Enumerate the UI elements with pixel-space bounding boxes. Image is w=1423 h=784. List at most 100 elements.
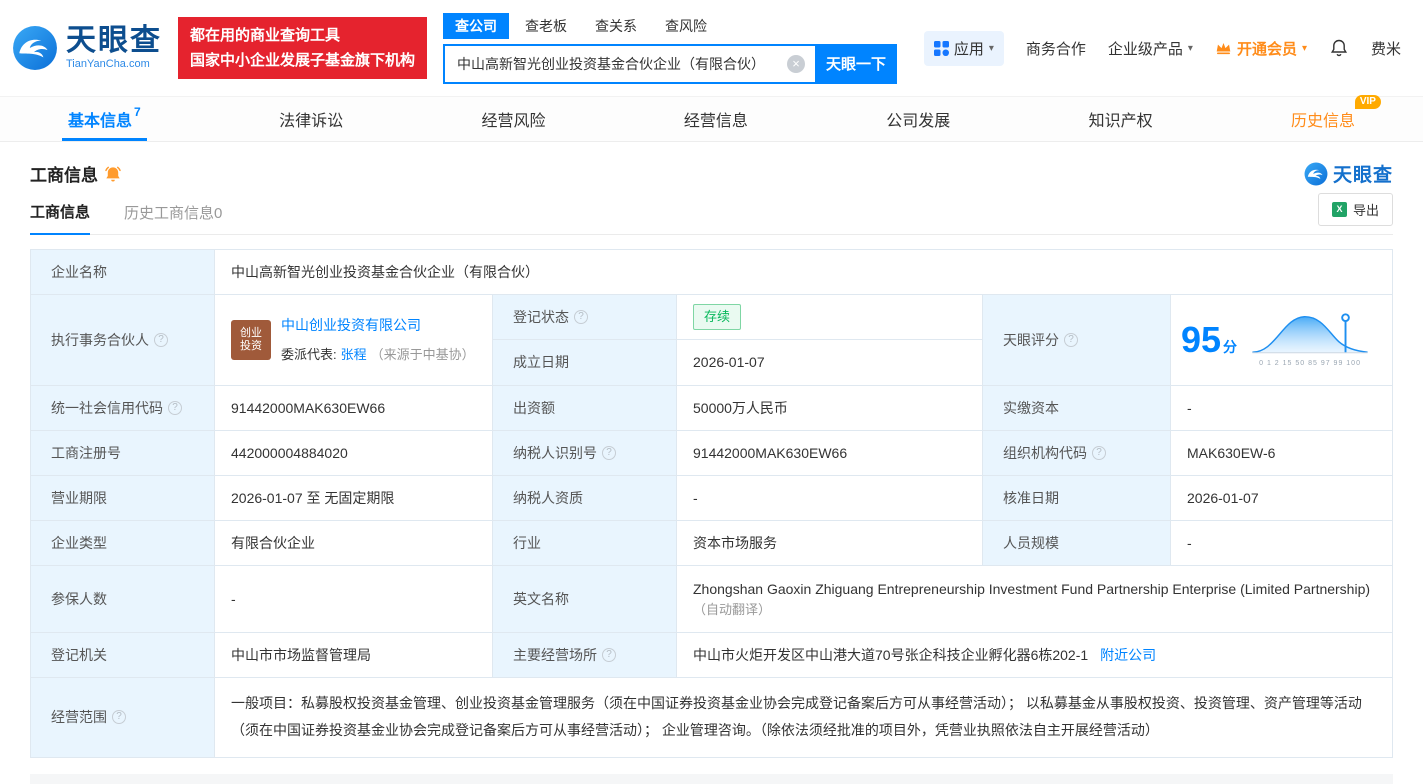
label-registration-number: 工商注册号 [31, 431, 214, 475]
label-english-name: 英文名称 [493, 566, 676, 632]
brand-domain: TianYanCha.com [66, 58, 150, 70]
tab-legal-litigation-label: 法律诉讼 [279, 113, 344, 130]
label-company-type: 企业类型 [31, 521, 214, 565]
open-vip-menu[interactable]: 开通会员 ▾ [1215, 38, 1307, 59]
help-icon[interactable]: ? [574, 310, 588, 324]
enterprise-product-menu[interactable]: 企业级产品 ▾ [1108, 38, 1193, 59]
chevron-down-icon: ▾ [1301, 42, 1307, 54]
subtab-business-info[interactable]: 工商信息 [30, 201, 91, 235]
search-tab-company[interactable]: 查公司 [443, 12, 510, 39]
top-header: 天眼查 TianYanCha.com 都在用的商业查询工具 国家中小企业发展子基… [0, 0, 1423, 96]
search-input-wrap: × [443, 43, 816, 84]
help-icon[interactable]: ? [112, 710, 126, 725]
value-industry: 资本市场服务 [677, 521, 982, 565]
business-cooperation-menu[interactable]: 商务合作 [1026, 38, 1086, 59]
apps-menu[interactable]: 应用 ▾ [923, 30, 1004, 66]
label-company-name: 企业名称 [31, 250, 214, 294]
value-company-type: 有限合伙企业 [215, 521, 492, 565]
tab-legal-litigation[interactable]: 法律诉讼 [279, 97, 343, 141]
main-content: 工商信息 天眼查 工商信息 历史工商信息0 X 导出 企业名称 中山高新智光创业… [0, 160, 1423, 784]
tab-intellectual-property[interactable]: 知识产权 [1089, 97, 1153, 141]
subtab-history-business-info[interactable]: 历史工商信息0 [124, 202, 222, 234]
export-button[interactable]: X 导出 [1317, 193, 1393, 226]
value-registration-authority: 中山市市场监督管理局 [215, 633, 492, 677]
value-english-name: Zhongshan Gaoxin Zhiguang Entrepreneursh… [677, 566, 1392, 632]
label-paid-capital: 实缴资本 [983, 386, 1170, 430]
help-icon[interactable]: ? [154, 333, 168, 347]
delegate-name-link[interactable]: 张程 [341, 345, 367, 365]
open-vip-label: 开通会员 [1236, 40, 1297, 58]
help-icon[interactable]: ? [168, 401, 182, 415]
value-executive-partner: 创业 投资 中山创业投资有限公司 委派代表: 张程 （来源于中基协） [215, 295, 492, 385]
tab-history-info[interactable]: 历史信息 VIP [1291, 95, 1381, 141]
value-registration-number: 442000004884020 [215, 431, 492, 475]
value-establish-date: 2026-01-07 [677, 340, 982, 385]
partner-logo: 创业 投资 [231, 320, 271, 360]
help-icon[interactable]: ? [602, 648, 616, 662]
active-tab-underline [62, 138, 147, 141]
label-business-site: 主要经营场所 ? [493, 633, 676, 677]
watermark-logo: 天眼查 [1304, 160, 1393, 187]
tab-operation-info[interactable]: 经营信息 [684, 97, 748, 141]
business-cooperation-label: 商务合作 [1025, 40, 1086, 58]
notification-bell[interactable] [1329, 38, 1349, 58]
search-input[interactable] [443, 43, 816, 84]
tab-operation-risk[interactable]: 经营风险 [481, 97, 545, 141]
label-registration-authority: 登记机关 [31, 633, 214, 677]
label-registration-status: 登记状态 ? [493, 295, 676, 339]
search-tab-relation[interactable]: 查关系 [583, 13, 649, 39]
search-tab-risk[interactable]: 查风险 [653, 13, 719, 39]
auto-translate-note: （自动翻译） [693, 601, 772, 617]
help-icon[interactable]: ? [602, 446, 616, 460]
tab-company-development[interactable]: 公司发展 [886, 97, 950, 141]
section-title-wrap: 工商信息 [30, 161, 122, 186]
search-area: 查公司 查老板 查关系 查风险 × 天眼一下 [443, 12, 898, 84]
status-badge: 存续 [693, 304, 742, 330]
label-industry: 行业 [493, 521, 676, 565]
tab-operation-risk-label: 经营风险 [481, 113, 546, 130]
value-business-scope: 一般项目：私募股权投资基金管理、创业投资基金管理服务（须在中国证券投资基金业协会… [215, 678, 1392, 757]
value-taxpayer-id: 91442000MAK630EW66 [677, 431, 982, 475]
help-icon[interactable]: ? [1064, 333, 1078, 347]
search-tabs: 查公司 查老板 查关系 查风险 [443, 12, 897, 39]
label-approval-date: 核准日期 [983, 476, 1170, 520]
search-tab-boss[interactable]: 查老板 [513, 13, 579, 39]
label-business-scope: 经营范围 ? [31, 678, 214, 757]
apps-grid-icon [933, 40, 949, 56]
partner-company-link[interactable]: 中山创业投资有限公司 [281, 315, 475, 336]
label-credit-code: 统一社会信用代码 ? [31, 386, 214, 430]
tab-basic-info[interactable]: 基本信息 7 [62, 97, 147, 141]
value-business-term: 2026-01-07 至 无固定期限 [215, 476, 492, 520]
value-registration-status: 存续 [677, 295, 982, 339]
partner-detail: 中山创业投资有限公司 委派代表: 张程 （来源于中基协） [281, 315, 475, 365]
section-header: 工商信息 天眼查 [30, 160, 1393, 187]
tab-company-development-label: 公司发展 [886, 113, 951, 130]
username: 费米 [1370, 40, 1401, 58]
tab-operation-info-label: 经营信息 [683, 113, 748, 130]
tianyancha-logo[interactable]: 天眼查 TianYanCha.com [12, 25, 162, 71]
search-row: × 天眼一下 [443, 43, 898, 84]
value-taxpayer-quality: - [677, 476, 982, 520]
tianyancha-logo-icon [13, 26, 57, 70]
clear-icon[interactable]: × [787, 54, 806, 73]
search-button[interactable]: 天眼一下 [815, 43, 898, 84]
value-staff-size: - [1171, 521, 1392, 565]
excel-icon: X [1331, 202, 1347, 217]
label-taxpayer-quality: 纳税人资质 [493, 476, 676, 520]
score-axis-labels: 0 1 2 15 50 85 97 99 100 [1259, 360, 1361, 368]
label-executive-partner: 执行事务合伙人 ? [31, 295, 214, 385]
vip-badge: VIP [1354, 95, 1381, 109]
delegate-row: 委派代表: 张程 （来源于中基协） [281, 345, 475, 365]
label-contribution: 出资额 [493, 386, 676, 430]
tab-basic-info-label: 基本信息 [68, 113, 133, 130]
promo-banner-line1: 都在用的商业查询工具 [190, 27, 341, 44]
bell-icon [1330, 39, 1348, 57]
label-insured-count: 参保人数 [31, 566, 214, 632]
monitor-alarm-icon[interactable] [104, 165, 122, 183]
user-menu[interactable]: 费米 [1371, 38, 1401, 59]
nearby-companies-link[interactable]: 附近公司 [1100, 645, 1156, 666]
label-establish-date: 成立日期 [493, 340, 676, 385]
label-taxpayer-id: 纳税人识别号 ? [493, 431, 676, 475]
export-label: 导出 [1352, 203, 1379, 218]
help-icon[interactable]: ? [1092, 446, 1106, 460]
